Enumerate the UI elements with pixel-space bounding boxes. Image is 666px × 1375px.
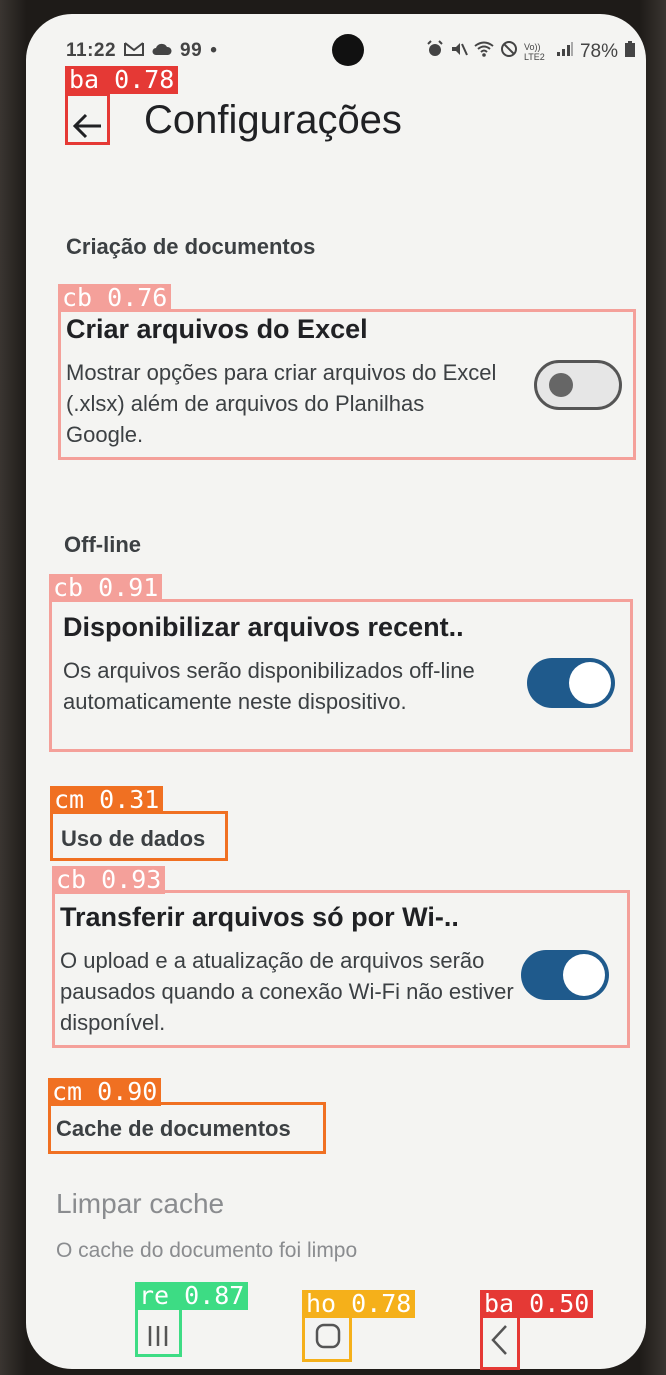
detection-box-back — [65, 93, 110, 145]
detection-label: re 0.87 — [135, 1282, 249, 1310]
gmail-icon — [124, 41, 145, 62]
cloud-upload-icon — [152, 41, 172, 62]
lte-indicator: Vo)) LTE2 — [523, 41, 545, 62]
detection-label: ho 0.78 — [302, 1290, 416, 1318]
front-camera — [332, 34, 364, 66]
alarm-icon — [426, 40, 444, 63]
status-time: 11:22 — [66, 40, 117, 61]
detection-box-offline — [49, 599, 633, 752]
page-title: Configurações — [144, 98, 402, 142]
app-bar: Configurações — [26, 94, 646, 164]
detection-label: cm 0.90 — [48, 1078, 162, 1106]
battery-percent: 78% — [579, 40, 618, 62]
status-left: 11:22 99 • — [66, 40, 217, 62]
battery-icon — [624, 40, 636, 63]
signal-icon — [556, 41, 574, 62]
section-header-offline: Off-line — [64, 532, 141, 557]
detection-box-wifi — [52, 890, 630, 1048]
detection-box-excel — [58, 309, 636, 460]
mute-icon — [450, 40, 468, 63]
detection-label: cb 0.76 — [58, 284, 172, 312]
wifi-icon — [474, 41, 494, 62]
detection-box-data-usage — [50, 811, 228, 861]
detection-label: cm 0.31 — [50, 786, 164, 814]
detection-label: cb 0.93 — [52, 866, 166, 894]
detection-box-home — [302, 1315, 352, 1362]
detection-label: ba 0.50 — [480, 1290, 594, 1318]
section-header-doc-creation: Criação de documentos — [66, 234, 316, 259]
detection-label: ba 0.78 — [65, 66, 179, 94]
status-right: Vo)) LTE2 78% — [426, 40, 636, 63]
detection-box-recents — [135, 1305, 182, 1357]
detection-label: cb 0.91 — [49, 574, 163, 602]
detection-box-nav-back — [480, 1315, 520, 1370]
clear-cache-description: O cache do documento foi limpo — [56, 1239, 358, 1262]
do-not-disturb-icon — [500, 40, 518, 63]
status-dot: • — [210, 40, 218, 61]
notification-count: 99 — [180, 40, 203, 61]
clear-cache-title[interactable]: Limpar cache — [56, 1188, 224, 1220]
detection-box-cache — [48, 1102, 326, 1154]
